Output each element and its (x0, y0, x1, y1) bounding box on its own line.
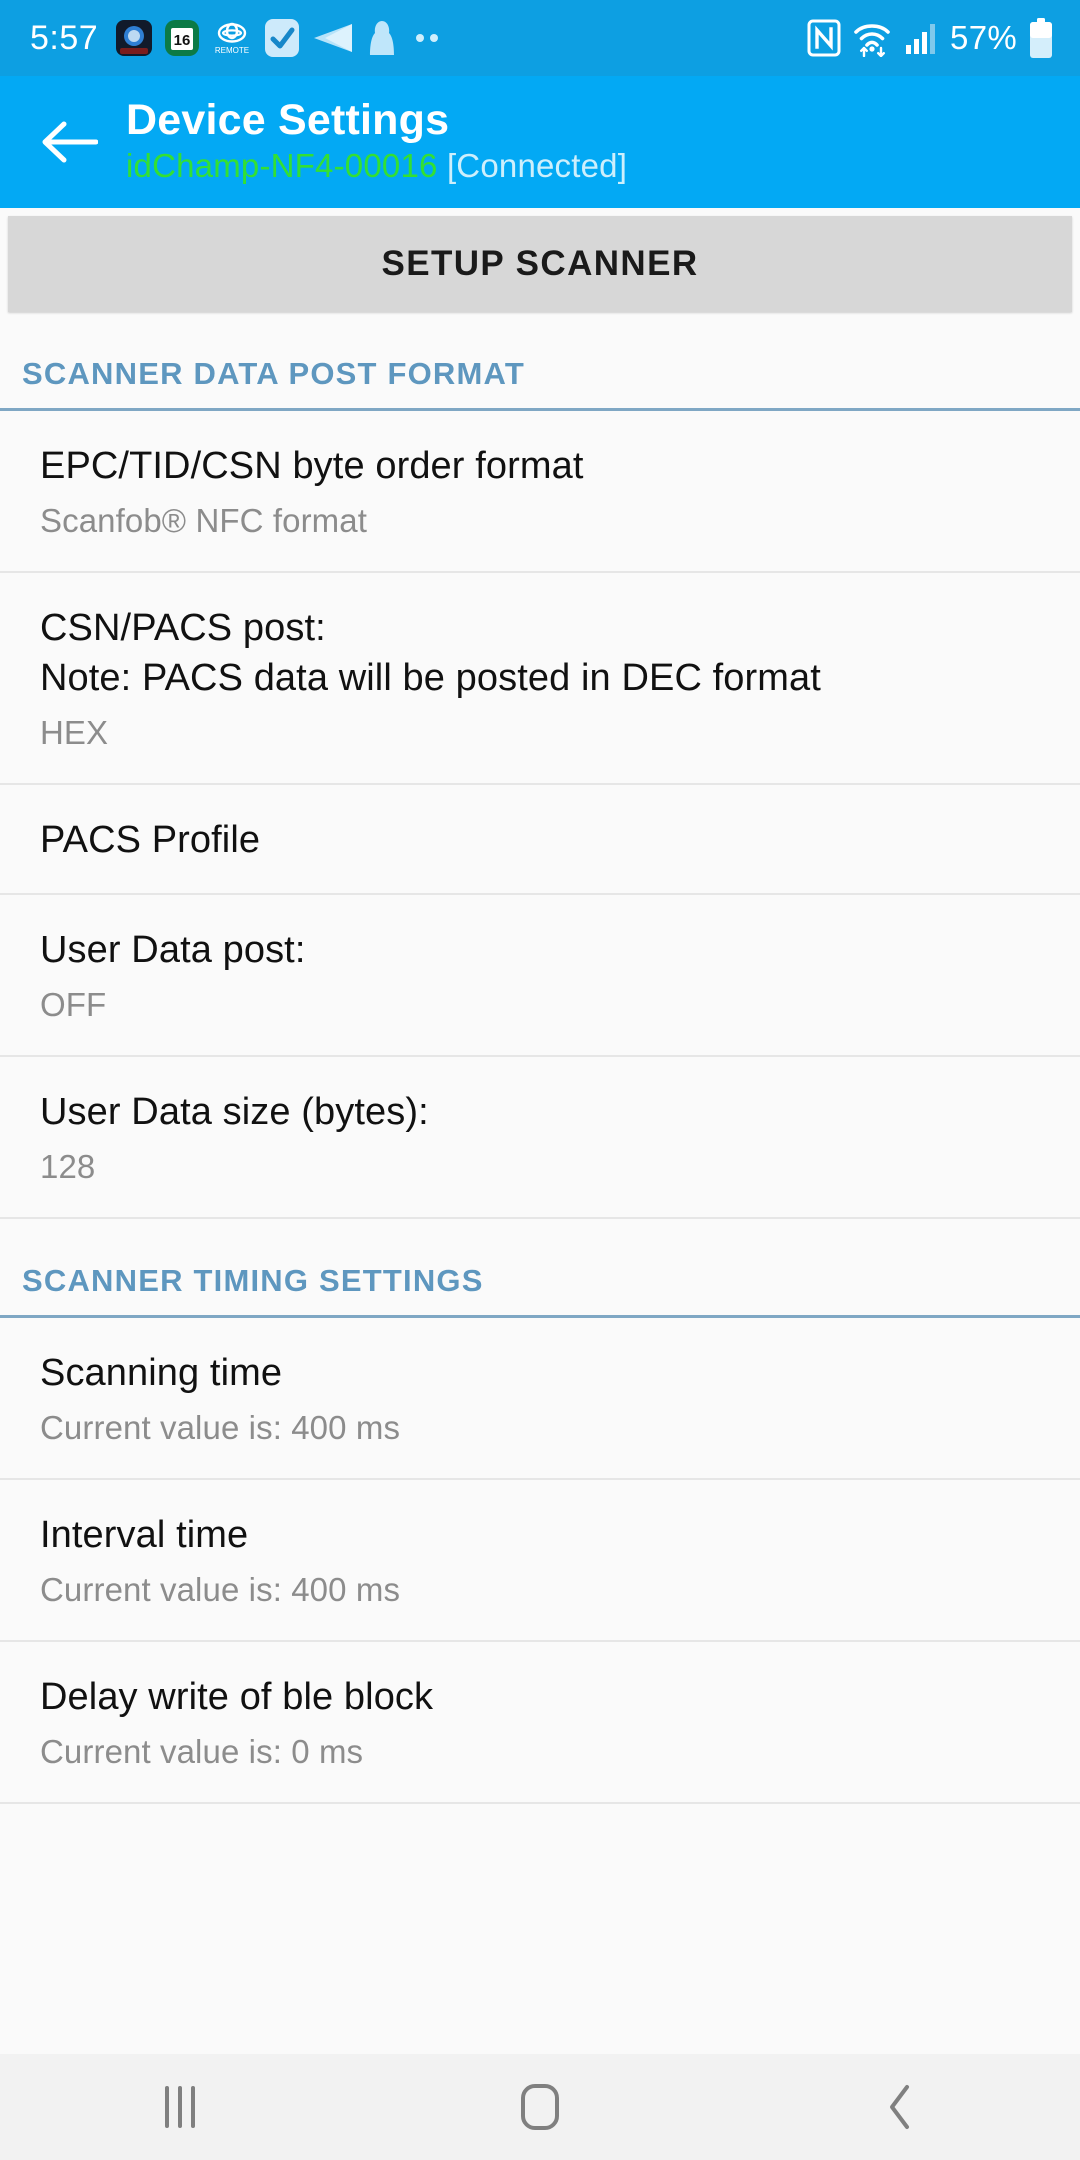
list-item-subtitle: Scanfob® NFC format (40, 502, 367, 539)
app-bar: Device Settings idChamp-NF4-00016 [Conne… (0, 76, 1080, 208)
camera-app-icon (116, 20, 153, 56)
status-system-icons: 57% (807, 18, 1054, 58)
status-bar: 5:57 16 REMOTE 57% (0, 0, 1080, 76)
list-item-subtitle: OFF (40, 986, 107, 1023)
section-scanner-data-post-format: SCANNER DATA POST FORMAT EPC/TID/CSN byt… (0, 312, 1080, 1219)
android-navigation-bar (0, 2054, 1080, 2160)
list-item-title: Scanning time (40, 1352, 283, 1394)
list-item-title-note: Note: PACS data will be posted in DEC fo… (40, 657, 821, 699)
list-item[interactable]: EPC/TID/CSN byte order format Scanfob® N… (0, 411, 1080, 573)
more-dots-icon (416, 34, 439, 42)
toyota-remote-icon: REMOTE (215, 22, 249, 55)
list-item-title: User Data size (bytes): (40, 1091, 429, 1133)
page-title: Device Settings (126, 96, 450, 144)
list-item-title: CSN/PACS post: (40, 607, 326, 649)
back-arrow-icon (42, 121, 98, 163)
status-clock: 5:57 (30, 18, 99, 57)
section-header-label: SCANNER TIMING SETTINGS (22, 1263, 484, 1298)
home-button[interactable] (440, 2054, 640, 2160)
nav-back-icon (890, 2085, 909, 2129)
checkmark-app-icon (265, 19, 300, 57)
list-item[interactable]: Scanning time Current value is: 400 ms (0, 1318, 1080, 1480)
setup-scanner-button[interactable]: SETUP SCANNER (8, 216, 1072, 312)
calendar-16-icon: 16 (165, 20, 200, 56)
back-button[interactable] (30, 103, 108, 181)
list-item[interactable]: CSN/PACS post: Note: PACS data will be p… (0, 573, 1080, 785)
list-item-title: User Data post: (40, 929, 306, 971)
battery-icon (1030, 18, 1052, 58)
recents-button[interactable] (80, 2054, 280, 2160)
nav-back-button[interactable] (800, 2054, 1000, 2160)
list-item-subtitle: Current value is: 0 ms (40, 1733, 364, 1770)
cellular-signal-icon (906, 24, 936, 54)
section-header-label: SCANNER DATA POST FORMAT (22, 356, 525, 391)
list-item-title-group: CSN/PACS post: Note: PACS data will be p… (40, 603, 1052, 703)
nfc-icon (807, 19, 841, 57)
connection-state-label: [Connected] (446, 147, 628, 184)
setup-scanner-container: SETUP SCANNER (0, 208, 1080, 312)
svg-text:REMOTE: REMOTE (215, 46, 249, 55)
device-status-subtitle: idChamp-NF4-00016 [Connected] (126, 145, 1080, 187)
settings-scroll-content[interactable]: SETUP SCANNER SCANNER DATA POST FORMAT E… (0, 208, 1080, 2054)
recents-icon (165, 2086, 195, 2128)
list-item-title: EPC/TID/CSN byte order format (40, 445, 584, 487)
person-app-icon (370, 21, 395, 55)
list-item-subtitle: Current value is: 400 ms (40, 1571, 401, 1608)
list-item[interactable]: PACS Profile (0, 785, 1080, 895)
paper-plane-icon (314, 24, 353, 52)
list-item[interactable]: User Data size (bytes): 128 (0, 1057, 1080, 1219)
app-bar-titles: Device Settings idChamp-NF4-00016 [Conne… (126, 95, 1080, 187)
list-item-title: PACS Profile (40, 819, 261, 861)
list-item[interactable]: Delay write of ble block Current value i… (0, 1642, 1080, 1804)
svg-text:16: 16 (174, 32, 191, 49)
list-item[interactable]: User Data post: OFF (0, 895, 1080, 1057)
wifi-icon (854, 24, 890, 57)
battery-percent-label: 57% (950, 19, 1017, 56)
list-item-subtitle: Current value is: 400 ms (40, 1409, 401, 1446)
section-scanner-timing-settings: SCANNER TIMING SETTINGS Scanning time Cu… (0, 1219, 1080, 1804)
device-name-label: idChamp-NF4-00016 (126, 147, 438, 184)
list-item-subtitle: HEX (40, 714, 109, 751)
list-item-title: Interval time (40, 1514, 249, 1556)
list-item-subtitle: 128 (40, 1148, 96, 1185)
status-notification-icons: 16 REMOTE (116, 19, 807, 57)
list-item-title: Delay write of ble block (40, 1676, 434, 1718)
list-item[interactable]: Interval time Current value is: 400 ms (0, 1480, 1080, 1642)
home-icon (521, 2084, 559, 2130)
